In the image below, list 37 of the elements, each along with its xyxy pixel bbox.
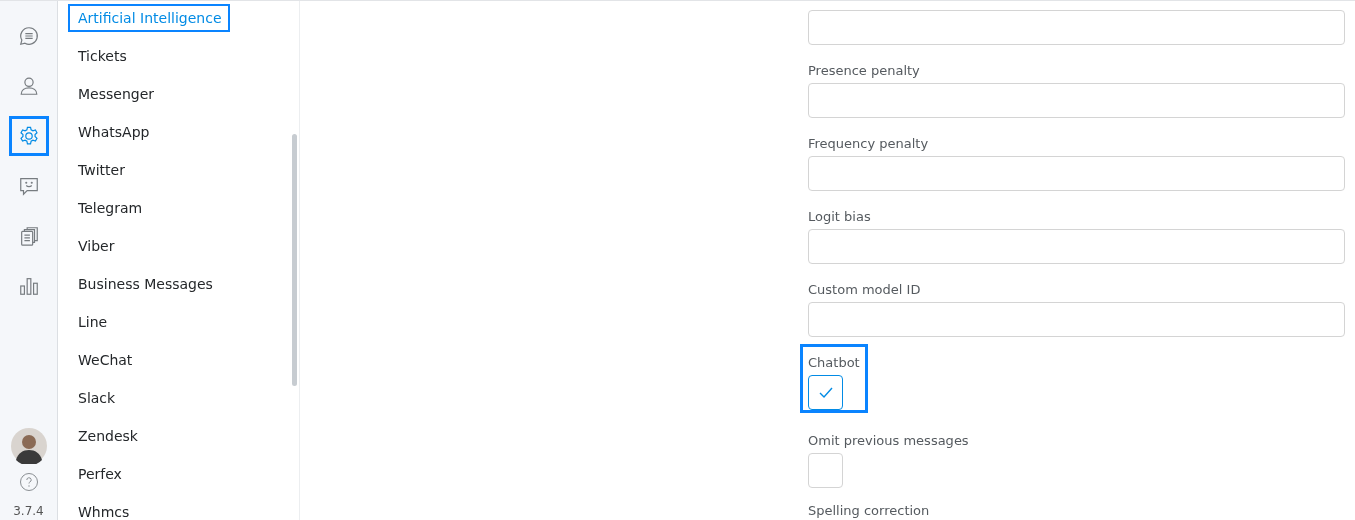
field-label: Omit previous messages [808, 432, 969, 450]
field-label: Logit bias [808, 208, 872, 226]
field-label: Custom model ID [808, 281, 922, 299]
field-label: Frequency penalty [808, 135, 930, 153]
nav-button[interactable] [11, 119, 46, 153]
sidebar-item[interactable]: Messenger [70, 82, 161, 106]
scrollbar-thumb[interactable] [292, 134, 297, 386]
sidebar-item[interactable]: Viber [70, 234, 121, 258]
sidebar-item[interactable]: Perfex [70, 462, 128, 486]
sidebar-item[interactable]: Line [70, 310, 114, 334]
sidebar-item[interactable]: WhatsApp [70, 120, 156, 144]
input-field[interactable] [808, 302, 1345, 337]
version-text: 3.7.4 [13, 504, 44, 518]
input-field[interactable] [808, 10, 1345, 45]
sidebar-item[interactable]: Twitter [70, 158, 131, 182]
field-label: Spelling correction [808, 502, 931, 520]
sidebar-item[interactable]: Whmcs [70, 500, 136, 520]
bar-chart-icon [17, 275, 40, 297]
check-icon [818, 386, 833, 399]
help-icon[interactable] [18, 472, 39, 492]
input-field[interactable] [808, 83, 1345, 118]
sidebar-item[interactable]: Artificial Intelligence [70, 6, 228, 30]
sidebar-item[interactable]: WeChat [70, 348, 139, 372]
field-label: Presence penalty [808, 62, 921, 80]
sidebar-item[interactable]: Business Messages [70, 272, 219, 296]
smiley-message-icon [17, 175, 40, 197]
field-label: Chatbot [808, 354, 860, 372]
sidebar-item[interactable]: Zendesk [70, 424, 144, 448]
sidebar-item[interactable]: Slack [70, 386, 122, 410]
input-field[interactable] [808, 156, 1345, 191]
sidebar-item[interactable]: Tickets [70, 44, 133, 68]
checkbox[interactable] [808, 375, 843, 410]
input-field[interactable] [808, 229, 1345, 264]
avatar[interactable] [10, 428, 47, 464]
sidebar-item[interactable]: Telegram [70, 196, 149, 220]
chat-icon [17, 25, 40, 47]
settings-icon [17, 125, 40, 147]
